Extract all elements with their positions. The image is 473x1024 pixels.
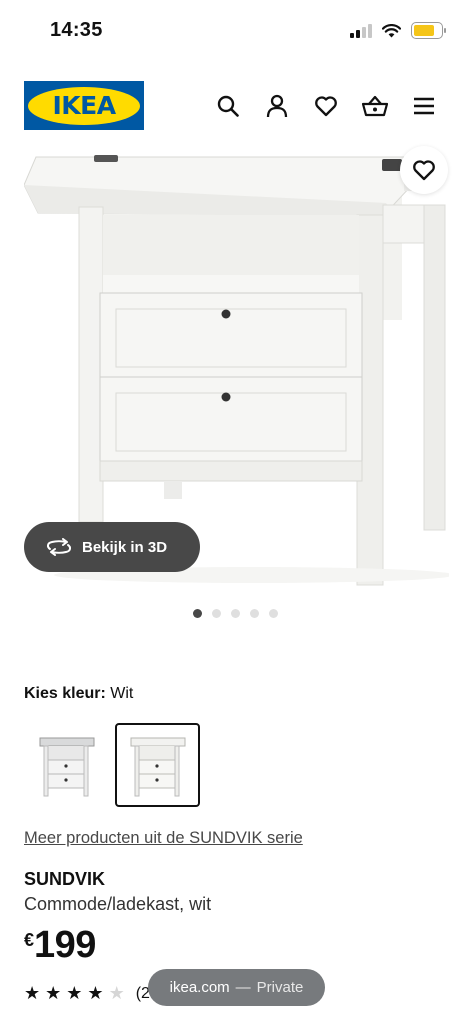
ikea-logo[interactable]: IKEA [24, 81, 144, 130]
browser-private-mode: Private [256, 979, 304, 996]
star-icon: ★ [66, 983, 83, 1004]
user-icon[interactable] [264, 93, 290, 119]
color-swatch-white[interactable] [115, 723, 200, 807]
gallery-dot[interactable] [269, 609, 278, 618]
battery-icon [411, 22, 446, 39]
series-link[interactable]: Meer producten uit de SUNDVIK serie [24, 829, 303, 848]
header-nav-icons [215, 93, 437, 119]
product-price: € 199 [24, 924, 96, 967]
rotate-3d-icon [46, 538, 72, 556]
basket-icon[interactable] [362, 93, 388, 119]
heart-icon[interactable] [313, 93, 339, 119]
star-icon: ★ [87, 983, 104, 1004]
price-currency: € [24, 930, 35, 950]
color-swatch-grey-white[interactable] [24, 723, 109, 807]
price-value: 199 [34, 924, 96, 966]
cellular-signal-icon [350, 23, 372, 38]
color-value: Wit [110, 685, 134, 702]
heart-icon [413, 160, 435, 181]
product-rating[interactable]: ★ ★ ★ ★ ★ (2 [24, 985, 150, 1003]
gallery-dot[interactable] [193, 609, 202, 618]
status-icons [350, 22, 446, 39]
browser-domain: ikea.com [169, 979, 230, 996]
site-header: IKEA [0, 80, 473, 132]
gallery-dot[interactable] [212, 609, 221, 618]
menu-icon[interactable] [411, 93, 437, 119]
color-swatches [24, 723, 200, 807]
gallery-dot[interactable] [231, 609, 240, 618]
add-to-favourites-button[interactable] [400, 146, 448, 194]
browser-address-pill[interactable]: ikea.com — Private [148, 969, 325, 1006]
logo-text: IKEA [52, 91, 116, 120]
product-description: Commode/ladekast, wit [24, 894, 212, 914]
wifi-icon [382, 23, 401, 37]
star-icon: ★ [24, 983, 41, 1004]
color-label-prefix: Kies kleur: [24, 685, 106, 702]
status-bar: 14:35 [0, 0, 473, 62]
product-name: SUNDVIK [24, 869, 106, 889]
star-icon: ★ [45, 983, 62, 1004]
search-icon[interactable] [215, 93, 241, 119]
gallery-dot[interactable] [250, 609, 259, 618]
view-in-3d-button[interactable]: Bekijk in 3D [24, 522, 200, 572]
color-selector-label: Kies kleur: Wit [24, 685, 133, 703]
browser-separator: — [235, 979, 251, 996]
view-in-3d-label: Bekijk in 3D [82, 538, 168, 556]
status-time: 14:35 [50, 19, 103, 41]
gallery-pagination [193, 609, 278, 618]
star-empty-icon: ★ [108, 983, 125, 1004]
